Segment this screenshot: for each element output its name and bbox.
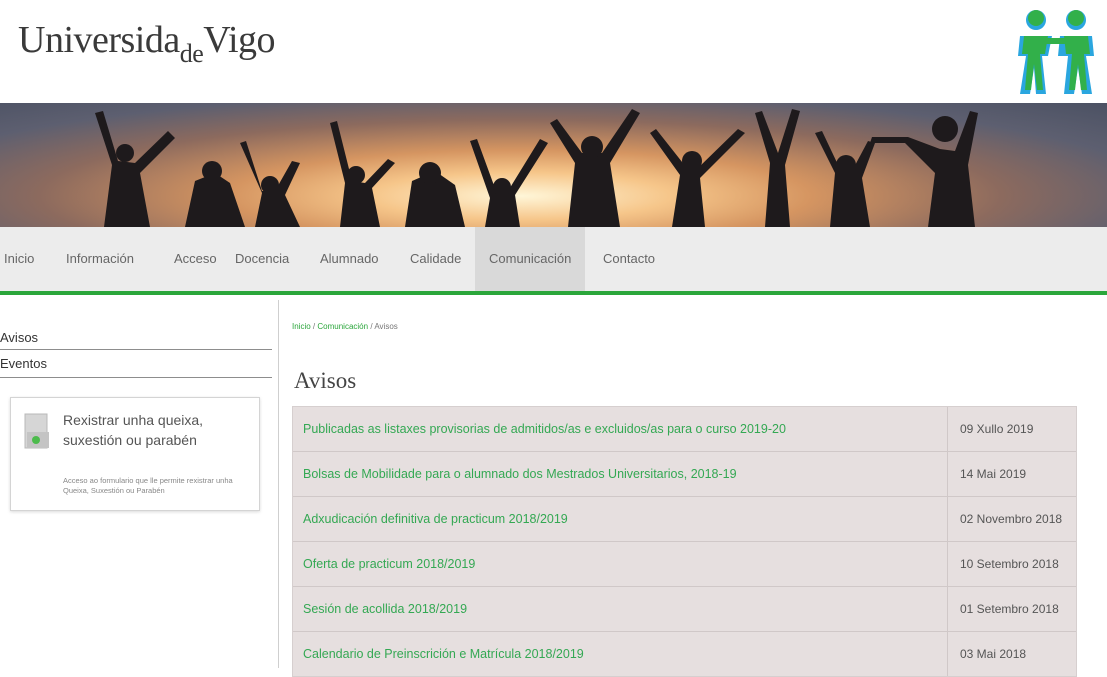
nav-item-acceso[interactable]: Acceso <box>174 227 217 291</box>
notice-date: 02 Novembro 2018 <box>947 497 1076 541</box>
complaint-description: Acceso ao formulario que lle permite rex… <box>63 476 233 495</box>
breadcrumb-home-link[interactable]: Inicio <box>292 322 311 331</box>
nav-item-inicio[interactable]: Inicio <box>4 227 34 291</box>
notice-link[interactable]: Bolsas de Mobilidade para o alumnado dos… <box>303 467 737 481</box>
header-banner-image <box>0 103 1107 227</box>
breadcrumb-separator: / <box>370 322 373 331</box>
breadcrumb-current: Avisos <box>374 322 398 331</box>
sidebar-item-avisos[interactable]: Avisos <box>0 330 272 350</box>
notice-date: 09 Xullo 2019 <box>947 407 1076 451</box>
jumping-people-silhouettes <box>95 109 978 227</box>
notice-date: 10 Setembro 2018 <box>947 542 1076 586</box>
notice-link[interactable]: Adxudicación definitiva de practicum 201… <box>303 512 568 526</box>
nav-item-comunicacion[interactable]: Comunicación <box>475 227 586 291</box>
people-logo-icon <box>1018 10 1094 94</box>
complaint-title[interactable]: Rexistrar unha queixa, suxestión ou para… <box>63 410 253 450</box>
page-title: Avisos <box>294 368 357 393</box>
nav-item-alumnado[interactable]: Alumnado <box>320 227 379 291</box>
complaint-box[interactable]: Rexistrar unha queixa, suxestión ou para… <box>10 397 260 511</box>
table-row: Oferta de practicum 2018/2019 10 Setembr… <box>293 542 1076 587</box>
notice-link[interactable]: Calendario de Preinscrición e Matrícula … <box>303 647 584 661</box>
logo-part2: de <box>179 39 204 68</box>
nav-item-contacto[interactable]: Contacto <box>603 227 655 291</box>
university-logo[interactable]: UniversidadeVigo <box>18 18 275 68</box>
table-row: Calendario de Preinscrición e Matrícula … <box>293 632 1076 676</box>
notice-link[interactable]: Oferta de practicum 2018/2019 <box>303 557 475 571</box>
sidebar-item-eventos[interactable]: Eventos <box>0 356 272 378</box>
breadcrumb: Inicio / Comunicación / Avisos <box>292 322 398 331</box>
nav-item-informacion[interactable]: Información <box>66 227 134 291</box>
notice-date: 03 Mai 2018 <box>947 632 1076 676</box>
main-navigation: Inicio Información Acceso Docencia Alumn… <box>0 227 1107 295</box>
nav-item-calidade[interactable]: Calidade <box>410 227 461 291</box>
table-row: Adxudicación definitiva de practicum 201… <box>293 497 1076 542</box>
table-row: Publicadas as listaxes provisorias de ad… <box>293 407 1076 452</box>
logo-part3: Vigo <box>203 19 275 61</box>
notice-link[interactable]: Sesión de acollida 2018/2019 <box>303 602 467 616</box>
logo-part1: Universida <box>18 19 180 61</box>
notice-date: 14 Mai 2019 <box>947 452 1076 496</box>
notice-date: 01 Setembro 2018 <box>947 587 1076 631</box>
breadcrumb-separator: / <box>312 322 316 331</box>
table-row: Bolsas de Mobilidade para o alumnado dos… <box>293 452 1076 497</box>
table-row: Sesión de acollida 2018/2019 01 Setembro… <box>293 587 1076 632</box>
breadcrumb-section-link[interactable]: Comunicación <box>317 322 368 331</box>
nav-item-docencia[interactable]: Docencia <box>235 227 289 291</box>
complaint-form-icon <box>24 413 49 449</box>
notice-link[interactable]: Publicadas as listaxes provisorias de ad… <box>303 422 786 436</box>
notices-table: Publicadas as listaxes provisorias de ad… <box>292 406 1077 677</box>
